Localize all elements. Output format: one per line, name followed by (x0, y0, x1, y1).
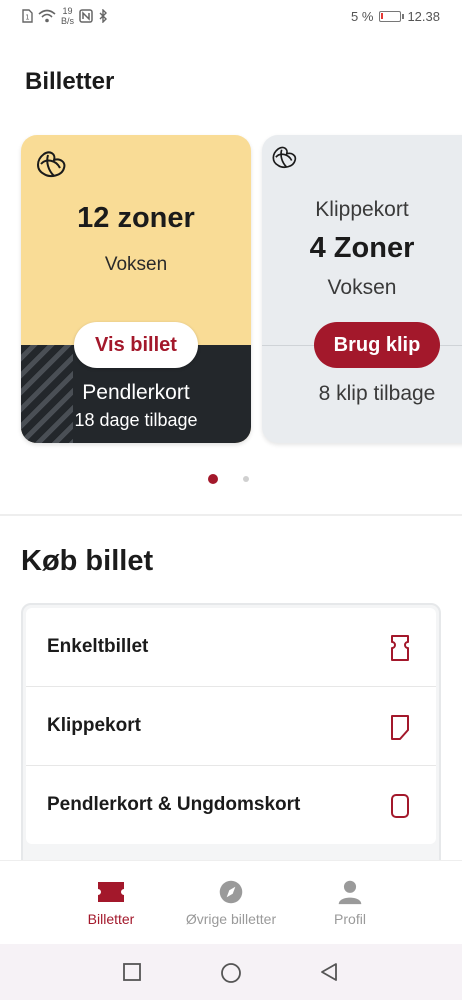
nav-tab-billetter[interactable]: Billetter (41, 879, 181, 929)
buy-item-label: Klippekort (47, 715, 141, 736)
single-ticket-icon (391, 635, 409, 661)
pass-card-icon (391, 794, 409, 818)
buy-list: Enkeltbillet Klippekort Pendlerkort & Un… (21, 603, 441, 903)
ticket-card-klippekort[interactable]: Klippekort 4 Zoner Voksen Brug klip 8 kl… (262, 135, 462, 443)
nav-tab-profil[interactable]: Profil (280, 879, 420, 929)
pager-dot[interactable] (243, 476, 249, 482)
sim-icon: 1 (22, 9, 33, 23)
card-zones: 12 zoner (77, 202, 195, 234)
battery-icon (379, 11, 405, 22)
back-icon[interactable] (319, 962, 339, 982)
status-left: 1 19 B/s (22, 6, 108, 26)
card-zones: 4 Zoner (309, 232, 415, 264)
system-nav-bar (0, 944, 462, 1000)
buy-section-title: Køb billet (21, 545, 154, 577)
show-ticket-button[interactable]: Vis billet (74, 322, 198, 368)
ticket-icon (98, 882, 124, 902)
home-icon[interactable] (220, 962, 242, 984)
page-title: Billetter (25, 68, 115, 95)
ticket-card-pendlerkort[interactable]: 12 zoner Voksen Vis billet Pendlerkort 1… (21, 135, 251, 443)
card-passenger-type: Voksen (327, 276, 397, 299)
nav-label: Billetter (87, 911, 135, 927)
section-divider (0, 514, 462, 516)
wifi-icon (38, 9, 56, 23)
clock: 12.38 (407, 9, 440, 24)
use-clip-button[interactable]: Brug klip (314, 322, 440, 368)
nav-label: Øvrige billetter (185, 911, 277, 927)
buy-item-klippekort[interactable]: Klippekort (26, 686, 436, 764)
bottom-nav: Billetter Øvrige billetter Profil (0, 860, 462, 944)
profile-icon (338, 880, 362, 905)
svg-text:1: 1 (25, 14, 29, 22)
transit-logo-icon (272, 146, 297, 168)
battery-level (381, 13, 384, 19)
buy-item-enkeltbillet[interactable]: Enkeltbillet (26, 608, 436, 686)
buy-list-inner: Enkeltbillet Klippekort Pendlerkort & Un… (26, 608, 436, 844)
network-speed: 19 B/s (61, 6, 75, 26)
card-title: Klippekort (315, 198, 409, 221)
nfc-icon (79, 9, 93, 23)
buy-item-pendlerkort[interactable]: Pendlerkort & Ungdomskort (26, 765, 436, 843)
card-ticket-type: Pendlerkort (82, 381, 190, 404)
card-remaining: 8 klip tilbage (318, 382, 436, 405)
card-passenger-type: Voksen (104, 254, 168, 275)
bluetooth-icon (99, 9, 108, 23)
pager-dot-active[interactable] (208, 474, 218, 484)
nav-label: Profil (334, 911, 366, 927)
buy-item-label: Pendlerkort & Ungdomskort (47, 794, 301, 815)
battery-percent: 5 % (351, 9, 374, 24)
status-bar: 1 19 B/s 5 % 12.38 (0, 0, 462, 34)
clip-card-icon (391, 715, 409, 740)
status-right: 5 % 12.38 (351, 9, 440, 24)
compass-icon (219, 880, 243, 904)
transit-logo-icon (37, 151, 66, 177)
buy-item-label: Enkeltbillet (47, 636, 149, 657)
card-remaining: 18 dage tilbage (74, 410, 198, 430)
recents-icon[interactable] (122, 962, 142, 982)
